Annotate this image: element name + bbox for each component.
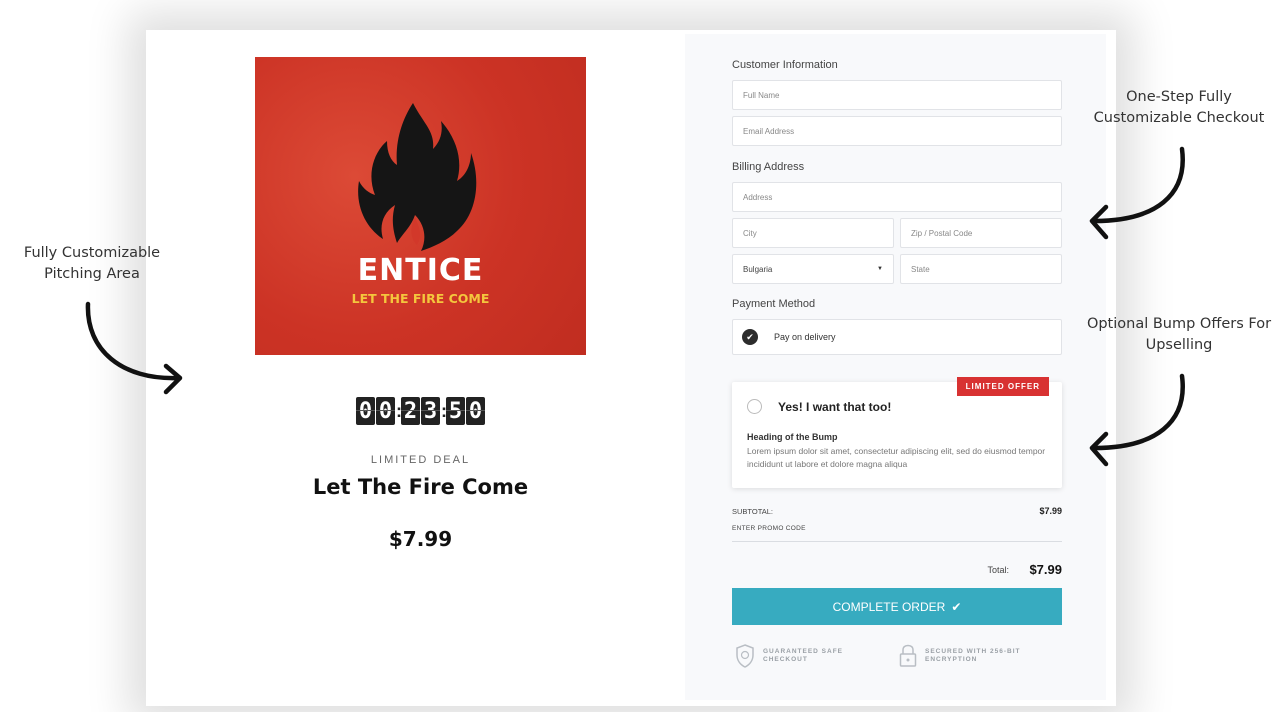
complete-order-label: COMPLETE ORDER: [832, 599, 946, 614]
complete-order-button[interactable]: COMPLETE ORDER ✔: [732, 588, 1062, 625]
timer-separator: :: [396, 401, 402, 421]
country-value: Bulgaria: [743, 264, 773, 274]
full-name-input[interactable]: [743, 90, 1051, 100]
payment-heading: Payment Method: [732, 298, 816, 310]
cover-title: ENTICE: [357, 253, 484, 288]
trust-encryption: SECURED WITH 256-BIT ENCRYPTION: [899, 644, 1025, 668]
payment-option-delivery[interactable]: ✔ Pay on delivery: [732, 319, 1062, 355]
divider: [732, 541, 1062, 542]
flame-icon: [358, 103, 477, 251]
bump-offer[interactable]: LIMITED OFFER Yes! I want that too! Head…: [732, 377, 1062, 488]
city-field[interactable]: [732, 218, 894, 248]
trust-safe-text: GUARANTEED SAFE CHECKOUT: [763, 647, 844, 664]
timer-digit: 2: [401, 397, 420, 425]
timer-digit: 0: [356, 397, 375, 425]
address-input[interactable]: [743, 192, 1051, 202]
promo-code-link[interactable]: ENTER PROMO CODE: [732, 525, 806, 532]
lock-icon: [899, 644, 917, 667]
bump-radio[interactable]: [747, 399, 762, 414]
payment-option-label: Pay on delivery: [774, 332, 836, 342]
state-input[interactable]: [911, 264, 1051, 274]
cover-subtitle: LET THE FIRE COME: [351, 291, 490, 306]
checkmark-icon: ✔: [951, 599, 962, 614]
album-cover: ENTICE LET THE FIRE COME: [255, 57, 586, 355]
total-label: Total:: [987, 565, 1009, 575]
total-value: $7.99: [1029, 562, 1062, 577]
timer-digit: 0: [466, 397, 485, 425]
subtotal-value: $7.99: [1039, 506, 1062, 516]
annotation-bump: Optional Bump Offers For Upselling: [1086, 316, 1272, 353]
customer-info-heading: Customer Information: [732, 59, 838, 71]
curved-arrow-icon: [1089, 373, 1185, 467]
timer-digit: 5: [446, 397, 465, 425]
pitching-area: ENTICE LET THE FIRE COME 0 0 : 2 3 : 5 0…: [156, 34, 685, 700]
deal-label: LIMITED DEAL: [370, 454, 471, 466]
countdown-timer: 0 0 : 2 3 : 5 0: [356, 397, 485, 425]
billing-heading: Billing Address: [732, 161, 805, 173]
country-select[interactable]: Bulgaria ▼: [732, 254, 894, 284]
state-field[interactable]: [900, 254, 1062, 284]
timer-separator: :: [441, 401, 447, 421]
bump-description: Lorem ipsum dolor sit amet, consectetur …: [747, 446, 1046, 469]
timer-digit: 0: [376, 397, 395, 425]
email-field[interactable]: [732, 116, 1062, 146]
product-title: Let The Fire Come: [312, 475, 529, 499]
limited-offer-badge: LIMITED OFFER: [956, 377, 1049, 396]
product-price: $7.99: [388, 527, 453, 551]
address-field[interactable]: [732, 182, 1062, 212]
trust-safe-checkout: GUARANTEED SAFE CHECKOUT: [735, 644, 863, 668]
subtotal-label: SUBTOTAL:: [732, 507, 773, 516]
zip-field[interactable]: [900, 218, 1062, 248]
bump-heading: Heading of the Bump: [747, 432, 838, 442]
chevron-down-icon: ▼: [877, 266, 883, 272]
sales-page-card: ENTICE LET THE FIRE COME 0 0 : 2 3 : 5 0…: [156, 34, 1106, 700]
bump-title[interactable]: Yes! I want that too!: [778, 400, 891, 414]
annotation-pitching: Fully Customizable Pitching Area: [23, 245, 161, 282]
zip-input[interactable]: [911, 228, 1051, 238]
checkmark-icon: ✔: [742, 329, 758, 345]
full-name-field[interactable]: [732, 80, 1062, 110]
annotation-checkout: One-Step Fully Customizable Checkout: [1093, 89, 1265, 126]
curved-arrow-icon: [1089, 146, 1185, 240]
city-input[interactable]: [743, 228, 883, 238]
trust-encryption-text: SECURED WITH 256-BIT ENCRYPTION: [925, 647, 1021, 664]
shield-icon: [736, 644, 754, 668]
timer-digit: 3: [421, 397, 440, 425]
checkout-panel: Customer Information Billing Address Bul…: [685, 34, 1106, 700]
curved-arrow-icon: [85, 301, 183, 395]
email-input[interactable]: [743, 126, 1051, 136]
